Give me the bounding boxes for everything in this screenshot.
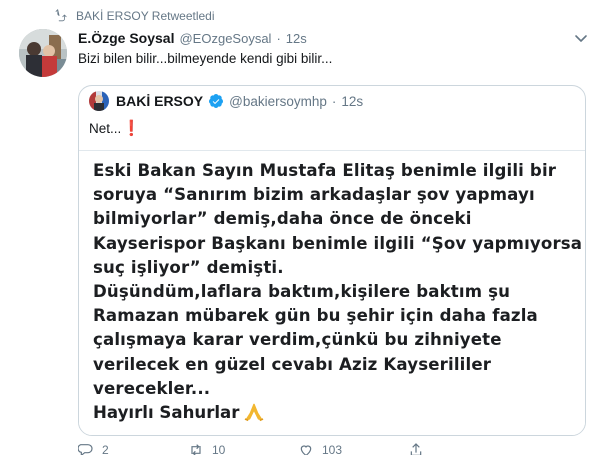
like-button[interactable]: 103 (298, 442, 408, 455)
reply-icon (78, 444, 93, 455)
quoted-tweet[interactable]: BAKİ ERSOY @bakiersoymhp · 12s Net... ❗ … (78, 85, 586, 436)
media-text-line: Ramazan mübarek gün bu şehir için daha f… (93, 306, 538, 326)
retweet-icon (55, 9, 67, 22)
media-closing-row: Hayırlı Sahurlar (93, 401, 265, 423)
media-text-line: bilmiyorlar” demiş,daha önce de önceki (93, 209, 472, 229)
verified-badge-icon (209, 94, 224, 108)
share-icon (410, 443, 422, 455)
tweet-header: E.Özge Soysal @EOzgeSoysal · 12s (78, 30, 307, 46)
media-text-line: suç işliyor” demişti. (93, 257, 284, 277)
quoted-media-image[interactable]: Eski Bakan Sayın Mustafa Elitaş benimle … (79, 150, 585, 435)
avatar-photo (19, 29, 67, 77)
retweet-button[interactable]: 10 (188, 442, 298, 455)
media-text-line: Kayserispor Başkanı benimle ilgili “Şov … (93, 233, 583, 253)
separator-dot: · (276, 31, 281, 46)
tweet-actions: 2 10 103 (78, 442, 518, 455)
like-count: 103 (322, 443, 343, 455)
quoted-author-name[interactable]: BAKİ ERSOY (116, 93, 203, 109)
quoted-avatar-photo (89, 91, 109, 111)
chevron-down-icon[interactable] (573, 30, 589, 46)
media-text-line: çalışmaya karar verdim,çünkü bu zihniyet… (93, 330, 502, 350)
retweet-action-icon (191, 444, 201, 455)
quoted-time[interactable]: 12s (341, 94, 363, 109)
red-exclamation-icon: ❗ (122, 120, 141, 137)
author-name[interactable]: E.Özge Soysal (78, 30, 174, 46)
retweet-count: 10 (212, 443, 226, 455)
media-text-line: verilecek en güzel cevabı Aziz Kayserili… (93, 354, 492, 374)
media-text-line: soruya “Sanırım bizim arkadaşlar şov yap… (93, 185, 535, 205)
reply-button[interactable]: 2 (78, 442, 188, 455)
quoted-avatar[interactable] (89, 91, 109, 111)
quoted-handle[interactable]: @bakiersoymhp (229, 94, 327, 109)
quoted-separator-dot: · (331, 93, 337, 109)
tweet-text: Bizi bilen bilir...bilmeyende kendi gibi… (78, 51, 333, 66)
retweet-context: BAKİ ERSOY Retweetledi (54, 8, 215, 24)
share-button[interactable] (408, 442, 518, 455)
quoted-header: BAKİ ERSOY @bakiersoymhp · 12s (89, 91, 363, 111)
praying-hands-icon (245, 403, 264, 422)
quoted-text-row: Net... ❗ (89, 119, 141, 137)
author-avatar[interactable] (19, 29, 67, 77)
media-text-line: Düşündüm,laflara baktım,kişilere baktım … (93, 282, 511, 302)
media-text-line: Eski Bakan Sayın Mustafa Elitaş benimle … (93, 161, 557, 180)
quoted-text: Net... (89, 120, 122, 136)
retweet-label[interactable]: BAKİ ERSOY Retweetledi (76, 9, 215, 23)
media-closing-text: Hayırlı Sahurlar (93, 402, 240, 422)
reply-count: 2 (102, 443, 109, 455)
media-text-line: verecekler... (93, 378, 211, 398)
author-handle[interactable]: @EOzgeSoysal (179, 31, 271, 46)
heart-icon (300, 445, 312, 455)
media-text-block: Eski Bakan Sayın Mustafa Elitaş benimle … (93, 159, 583, 401)
tweet-time[interactable]: 12s (286, 31, 307, 46)
